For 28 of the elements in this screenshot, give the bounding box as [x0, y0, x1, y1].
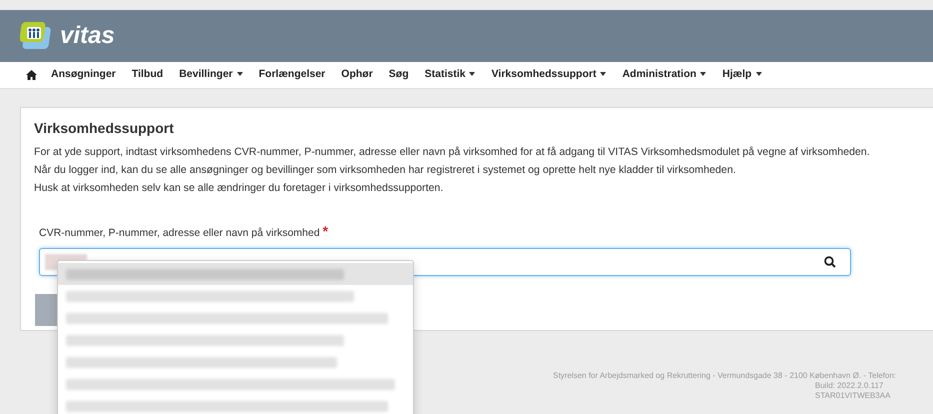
home-icon[interactable] — [26, 70, 37, 80]
intro-text: For at yde support, indtast virksomhedens CVR-nummer, P-nummer, adresse eller navn på virksomhed for at få adgang til VITAS Virksomhedsmodulet på vegne af virksomheden. — [34, 144, 871, 160]
nav-link[interactable]: Bevillinger — [171, 67, 251, 83]
caret-icon — [700, 72, 706, 76]
caret-icon — [756, 72, 762, 76]
nav-link[interactable]: Søg — [380, 67, 417, 83]
suggestion-item[interactable] — [58, 263, 413, 285]
nav-link[interactable]: Ansøgninger — [43, 67, 124, 83]
nav-link[interactable]: Forlængelser — [250, 67, 334, 83]
nav-link[interactable]: Tilbud — [124, 67, 172, 83]
caret-icon — [600, 72, 606, 76]
nav-link[interactable]: Ophør — [333, 67, 381, 83]
intro-text: Når du logger ind, kan du se alle ansøgninger og bevillinger som virksomheden har registreret i systemet og oprette helt nye kladder til virksomheden. — [34, 162, 737, 178]
caret-icon — [236, 72, 243, 76]
intro-text: Husk at virksomheden selv kan se alle ændringer du foretager i virksomhedssupporten. — [34, 180, 444, 196]
footer-text: Build: 2022.2.0.117 — [814, 381, 884, 391]
required-mark: * — [322, 222, 328, 239]
footer-text: STAR01VITWEB3AA — [814, 391, 890, 401]
nav-link[interactable]: Hjælp — [714, 67, 770, 83]
search-icon[interactable] — [824, 256, 836, 268]
footer-text: Styrelsen for Arbejdsmarked og Rekruttering - Vermundsgade 38 - 2100 København Ø. - Telefon: — [553, 371, 896, 381]
nav-link[interactable]: Administration — [614, 67, 714, 83]
nav-link[interactable]: Virksomhedssupport — [483, 67, 614, 83]
brand-name: vitas — [60, 24, 115, 48]
caret-icon — [469, 72, 476, 76]
nav-link[interactable]: Statistik — [416, 67, 484, 83]
field-label: CVR-nummer, P-nummer, adresse eller navn på virksomhed — [39, 226, 320, 239]
panel-title: Virksomhedssupport — [34, 120, 175, 137]
